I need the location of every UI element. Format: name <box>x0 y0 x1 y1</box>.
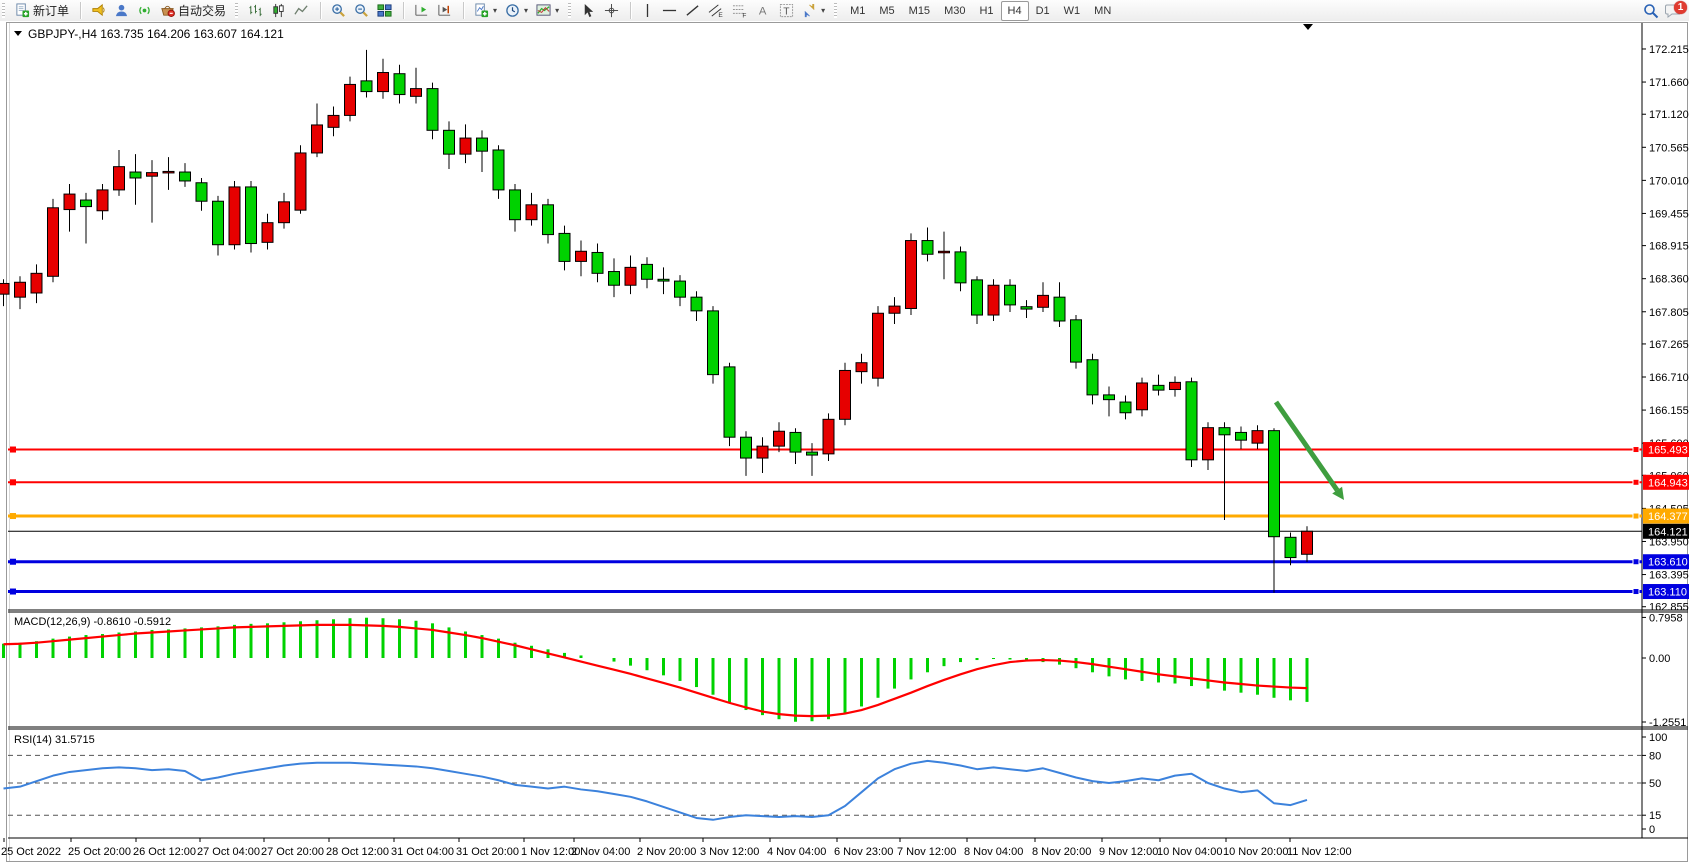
time-label: 27 Oct 04:00 <box>197 846 260 858</box>
rsi-tick: 100 <box>1649 732 1667 744</box>
macd-tick: 0.7958 <box>1649 612 1683 624</box>
time-label: 8 Nov 20:00 <box>1032 846 1091 858</box>
rsi-tick: 0 <box>1649 824 1655 836</box>
mt4-application: 新订单 <box>0 0 1689 863</box>
price-tick: 171.120 <box>1649 109 1689 121</box>
price-tick: 166.155 <box>1649 405 1689 417</box>
time-label: 27 Oct 20:00 <box>261 846 324 858</box>
time-label: 2 Nov 20:00 <box>637 846 696 858</box>
price-tick: 170.565 <box>1649 142 1689 154</box>
time-label: 8 Nov 04:00 <box>964 846 1023 858</box>
price-tick: 171.660 <box>1649 77 1689 89</box>
symbol-title: GBPJPY-,H4 163.735 164.206 163.607 164.1… <box>28 27 284 41</box>
hline-price-label: 164.943 <box>1648 477 1688 489</box>
time-label: 11 Nov 12:00 <box>1287 846 1352 858</box>
current-price-label: 164.121 <box>1648 526 1688 538</box>
hline-price-label: 165.493 <box>1648 445 1688 457</box>
time-label: 28 Oct 12:00 <box>326 846 389 858</box>
macd-tick: -1.2551 <box>1649 717 1686 729</box>
chart-canvas[interactable]: 172.215 171.660 171.120 170.565 170.010 169.4… <box>0 0 1689 863</box>
time-label: 6 Nov 23:00 <box>834 846 893 858</box>
time-label: 26 Oct 12:00 <box>133 846 196 858</box>
time-label: 9 Nov 12:00 <box>1099 846 1158 858</box>
hline-price-label: 163.110 <box>1648 587 1687 599</box>
time-label: 25 Oct 20:00 <box>68 846 131 858</box>
macd-tick: 0.00 <box>1649 653 1670 665</box>
rsi-tick: 80 <box>1649 750 1661 762</box>
time-label: 31 Oct 20:00 <box>456 846 519 858</box>
price-tick: 168.915 <box>1649 241 1689 253</box>
time-label: 3 Nov 12:00 <box>700 846 759 858</box>
rsi-label: RSI(14) 31.5715 <box>14 734 95 746</box>
price-tick: 167.805 <box>1649 307 1689 319</box>
time-label: 10 Nov 20:00 <box>1223 846 1288 858</box>
time-label: 25 Oct 2022 <box>1 846 61 858</box>
hline-price-label: 164.377 <box>1648 511 1688 523</box>
price-tick: 172.215 <box>1649 44 1689 56</box>
hline-price-label: 163.610 <box>1648 557 1688 569</box>
time-label: 10 Nov 04:00 <box>1157 846 1222 858</box>
rsi-tick: 15 <box>1649 810 1661 822</box>
price-tick: 167.265 <box>1649 339 1689 351</box>
time-label: 31 Oct 04:00 <box>391 846 454 858</box>
price-tick: 168.360 <box>1649 274 1689 286</box>
time-label: 2 Nov 04:00 <box>571 846 630 858</box>
rsi-tick: 50 <box>1649 778 1661 790</box>
macd-label: MACD(12,26,9) -0.8610 -0.5912 <box>14 616 171 628</box>
time-label: 7 Nov 12:00 <box>897 846 956 858</box>
chart-title: GBPJPY-,H4 163.735 164.206 163.607 164.1… <box>14 27 284 41</box>
price-tick: 163.395 <box>1649 570 1689 582</box>
price-tick: 166.710 <box>1649 372 1689 384</box>
price-tick: 170.010 <box>1649 175 1689 187</box>
time-label: 4 Nov 04:00 <box>767 846 826 858</box>
price-tick: 169.455 <box>1649 208 1689 220</box>
